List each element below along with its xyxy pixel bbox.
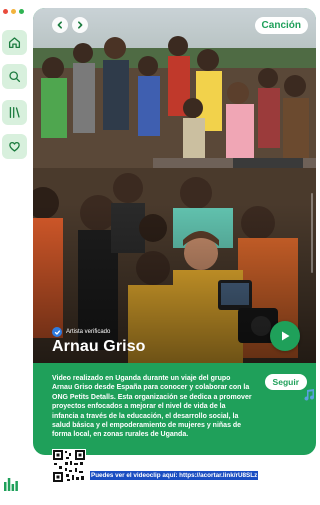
bars-chart-icon bbox=[4, 478, 18, 491]
window-dot-yellow[interactable] bbox=[11, 9, 16, 14]
verified-check-icon bbox=[52, 327, 62, 337]
sidebar-item-search[interactable] bbox=[2, 64, 27, 89]
song-description: Video realizado en Uganda durante un via… bbox=[52, 375, 252, 439]
visualizer bbox=[4, 478, 18, 491]
photo-illustration bbox=[33, 8, 316, 363]
sidebar-item-home[interactable] bbox=[2, 30, 27, 55]
window-dot-red[interactable] bbox=[3, 9, 8, 14]
verified-label: Artista verificado bbox=[66, 329, 111, 335]
library-icon bbox=[9, 106, 20, 119]
content-type-badge: Canción bbox=[254, 17, 308, 34]
play-button[interactable] bbox=[270, 321, 300, 351]
home-icon bbox=[8, 37, 21, 49]
play-icon bbox=[282, 331, 290, 341]
verified-artist: Artista verificado bbox=[52, 327, 110, 337]
sidebar-item-favorites[interactable] bbox=[2, 134, 27, 159]
artist-name[interactable]: Arnau Griso bbox=[52, 338, 146, 356]
chevron-left-icon bbox=[57, 21, 62, 29]
qr-code[interactable] bbox=[52, 449, 86, 483]
window-controls bbox=[3, 9, 24, 14]
heart-icon bbox=[9, 141, 20, 152]
music-note-icon bbox=[302, 388, 316, 407]
cover-photo bbox=[33, 8, 316, 363]
sidebar-item-library[interactable] bbox=[2, 100, 27, 125]
visualizer-icon bbox=[4, 491, 18, 504]
videoclip-link[interactable]: Puedes ver el videoclip aquí: https://ac… bbox=[90, 471, 259, 480]
song-card: Canción Artista verificado Arnau Griso V… bbox=[33, 8, 316, 455]
next-button[interactable] bbox=[72, 17, 88, 33]
search-icon bbox=[9, 71, 21, 83]
chevron-right-icon bbox=[78, 21, 83, 29]
carousel-scrollbar[interactable] bbox=[311, 193, 313, 273]
window-dot-green[interactable] bbox=[19, 9, 24, 14]
previous-button[interactable] bbox=[52, 17, 68, 33]
